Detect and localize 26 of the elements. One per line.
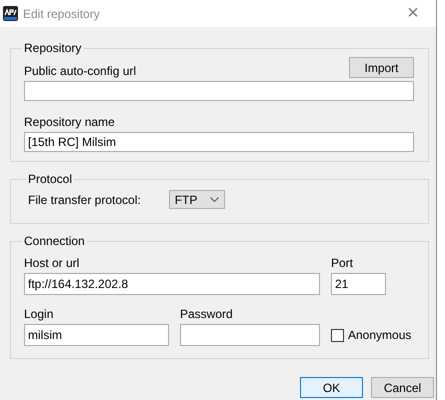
dialog-button[interactable]: OK [300, 377, 363, 398]
field-label: Port [331, 256, 354, 270]
chevron-down-icon [210, 197, 219, 202]
group-legend: Connection [22, 234, 87, 248]
group-legend: Repository [22, 41, 84, 55]
password-field[interactable] [180, 324, 320, 346]
url-field[interactable] [24, 81, 414, 101]
group-legend: Protocol [26, 172, 74, 186]
field-label: Login [24, 307, 54, 321]
name-field[interactable]: [15th RC] Milsim [24, 132, 414, 152]
close-button[interactable]: × [390, 2, 436, 25]
port-field[interactable]: 21 [331, 273, 386, 295]
import-button[interactable]: Import [349, 57, 414, 78]
host-field[interactable]: ftp://164.132.202.8 [24, 273, 320, 295]
app-logo-icon [3, 6, 18, 21]
window-title: Edit repository [23, 6, 101, 20]
login-field[interactable]: milsim [24, 324, 169, 346]
field-label: Host or url [24, 256, 80, 270]
field-label: Password [180, 307, 234, 321]
field-label: Public auto-config url [24, 64, 136, 78]
checkbox-label: Anonymous [348, 328, 412, 342]
dialog-button[interactable]: Cancel [371, 377, 434, 398]
field-label: Repository name [24, 115, 116, 129]
protocol-dropdown[interactable]: FTP [168, 190, 225, 209]
field-label: File transfer protocol: [28, 192, 141, 206]
anonymous-checkbox[interactable] [331, 328, 344, 342]
